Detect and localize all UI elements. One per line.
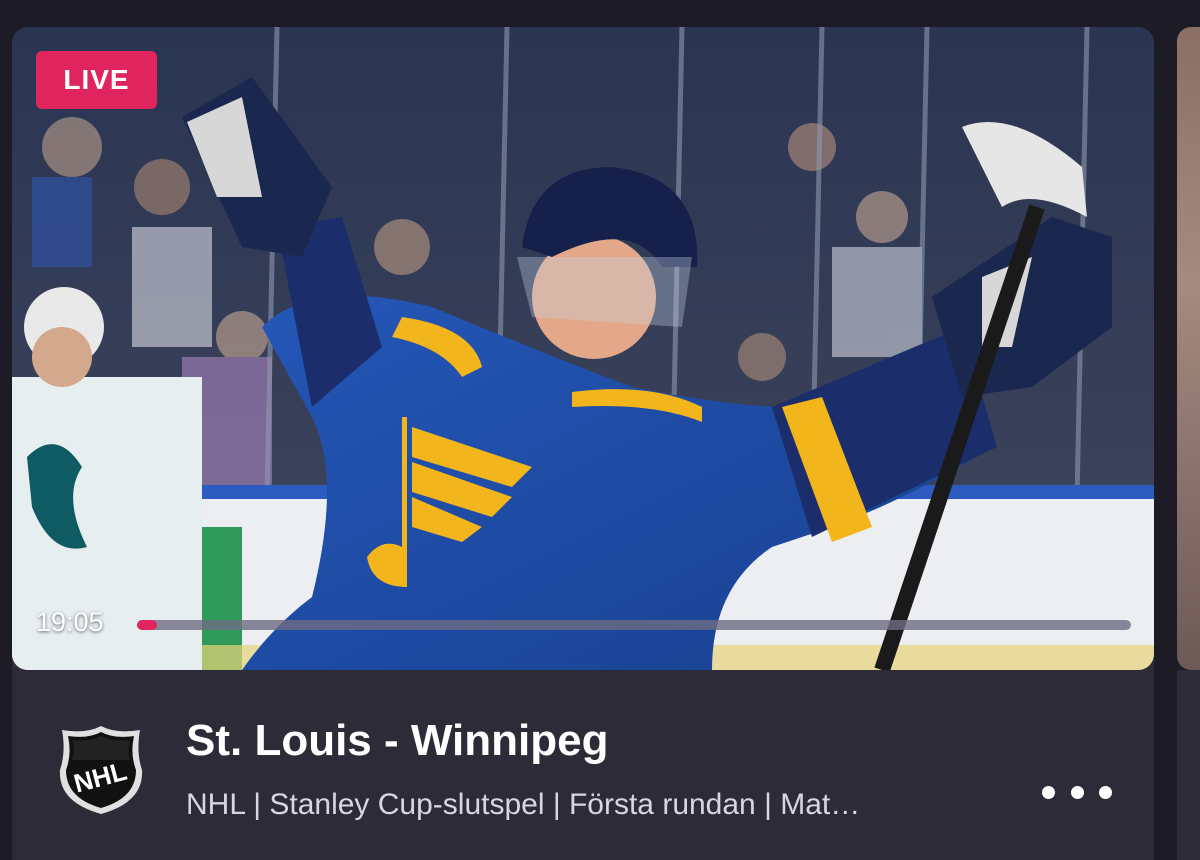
- more-horizontal-icon-dot: [1042, 785, 1055, 799]
- playback-progress-bar[interactable]: [137, 620, 1131, 630]
- event-info: NHL St. Louis - Winnipeg NHL | Stanley C…: [12, 670, 1154, 860]
- playback-progress-fill: [137, 620, 157, 630]
- more-options-button[interactable]: [1042, 772, 1112, 812]
- next-event-info-peek: [1177, 670, 1200, 860]
- event-subtitle: NHL | Stanley Cup-slutspel | Första rund…: [186, 788, 861, 821]
- event-thumbnail[interactable]: LIVE 19:05: [12, 27, 1154, 670]
- next-event-card-peek[interactable]: [1177, 27, 1200, 670]
- live-event-card[interactable]: LIVE 19:05 NHL St. Louis - Winnipeg NHL …: [12, 27, 1154, 860]
- screen: LIVE 19:05 NHL St. Louis - Winnipeg NHL …: [0, 0, 1200, 860]
- event-title: St. Louis - Winnipeg: [186, 716, 609, 765]
- more-horizontal-icon-dot: [1099, 785, 1112, 799]
- more-horizontal-icon-dot: [1070, 785, 1084, 799]
- stream-time: 19:05: [36, 607, 104, 637]
- hockey-player-celebration-image: [12, 27, 1154, 670]
- nhl-logo-icon: NHL: [56, 722, 146, 818]
- live-badge: LIVE: [36, 51, 157, 109]
